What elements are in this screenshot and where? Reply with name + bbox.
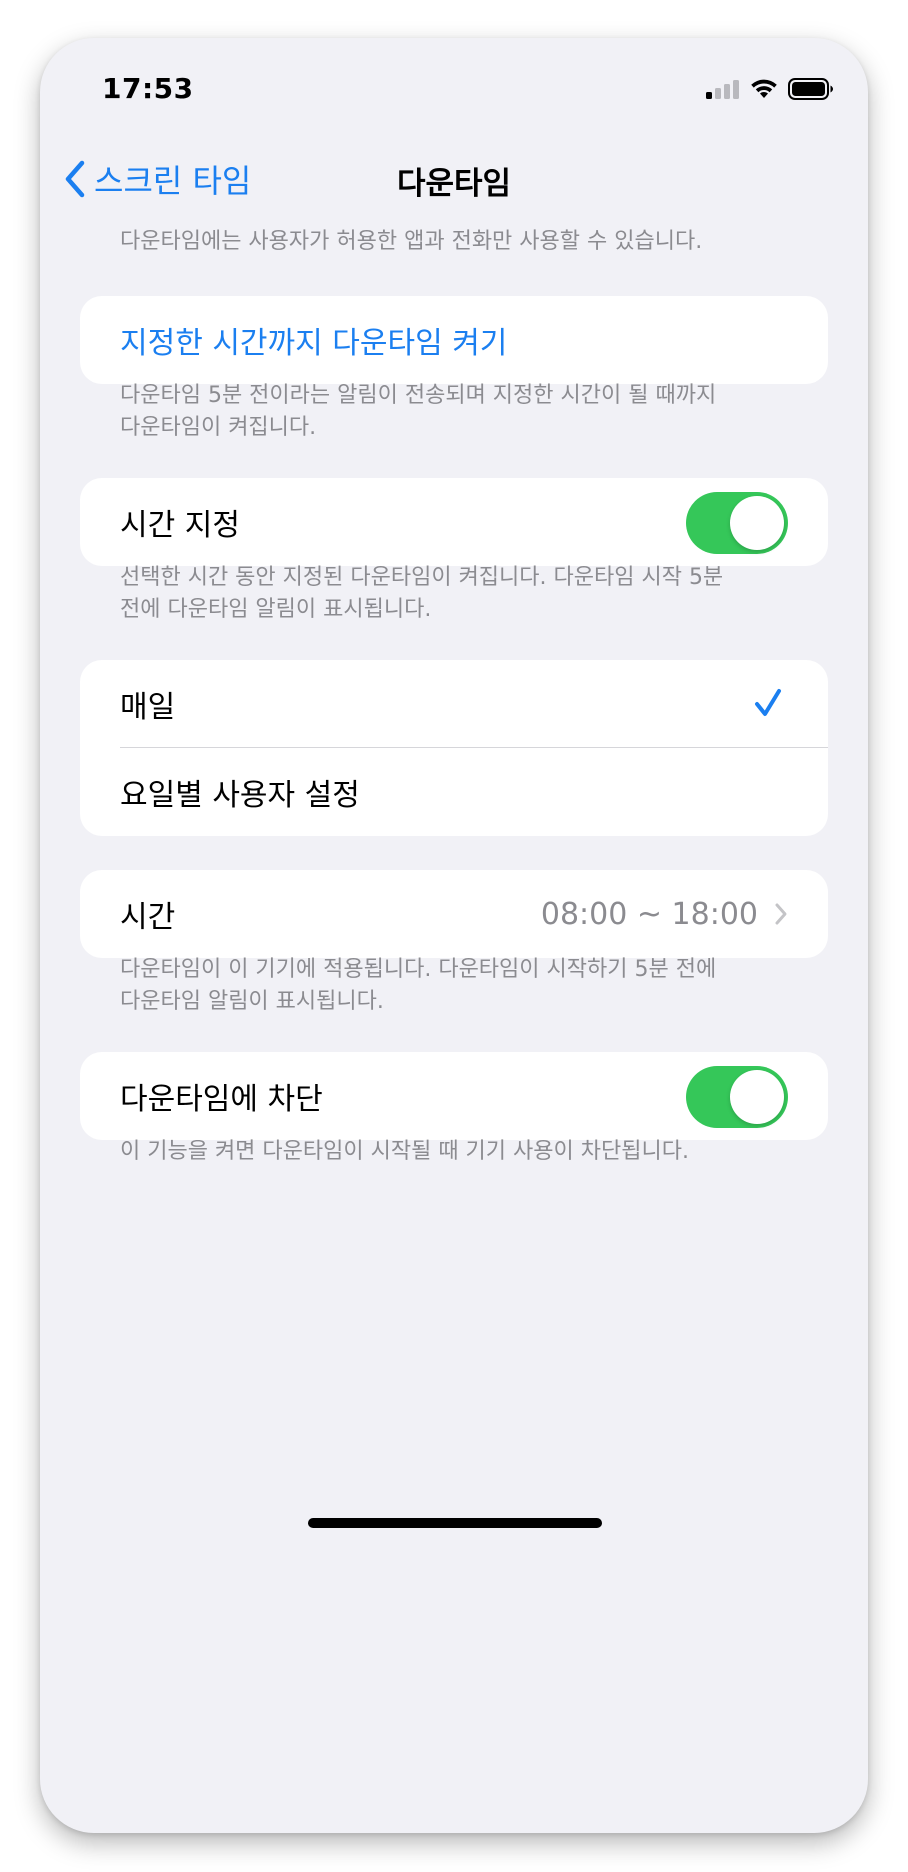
toggle-knob [730,496,784,550]
footnote-line: 전에 다운타임 알림이 표시됩니다. [120,597,432,622]
cellular-signal-icon [706,80,739,99]
block-at-downtime-row: 다운타임에 차단 [80,1052,828,1140]
footnote-line: 다운타임 알림이 표시됩니다. [120,989,384,1014]
status-time: 17:53 [102,72,194,105]
scheduled-toggle[interactable] [686,492,788,554]
block-at-downtime-footnote: 이 기능을 켜면 다운타임이 시작될 때 기기 사용이 차단됩니다. [120,1139,689,1164]
chevron-right-icon [775,903,787,925]
turn-on-until-button[interactable]: 지정한 시간까지 다운타임 켜기 [80,296,828,384]
intro-text: 다운타임에는 사용자가 허용한 앱과 전화만 사용할 수 있습니다. [120,229,703,254]
wifi-icon [751,79,777,98]
block-at-downtime-label: 다운타임에 차단 [120,1082,323,1117]
time-value-wrap: 08:00 ~ 18:00 [541,870,788,958]
turn-on-until-label: 지정한 시간까지 다운타임 켜기 [120,326,508,361]
scheduled-label: 시간 지정 [120,508,240,543]
schedule-options-card: 매일 요일별 사용자 설정 [80,660,828,836]
footnote-line: 다운타임 5분 전이라는 알림이 전송되며 지정한 시간이 될 때까지 [120,383,717,408]
block-at-downtime-toggle[interactable] [686,1066,788,1128]
turn-on-until-footnote: 다운타임 5분 전이라는 알림이 전송되며 지정한 시간이 될 때까지 다운타임… [120,380,796,444]
time-card: 시간 08:00 ~ 18:00 [80,870,828,958]
time-label: 시간 [120,900,176,935]
turn-on-until-card: 지정한 시간까지 다운타임 켜기 [80,296,828,384]
block-at-downtime-card: 다운타임에 차단 [80,1052,828,1140]
footnote-line: 선택한 시간 동안 지정된 다운타임이 켜집니다. 다운타임 시작 5분 [120,565,724,590]
phone-screen: 17:53 스크린 타임 다운타임 다운타임에는 사용자가 허용한 앱과 전화만… [40,38,868,1833]
footnote-line: 다운타임이 켜집니다. [120,415,317,440]
schedule-option-every-day[interactable]: 매일 [80,660,828,748]
battery-icon [788,78,833,100]
time-row[interactable]: 시간 08:00 ~ 18:00 [80,870,828,958]
schedule-option-label: 매일 [120,690,176,725]
schedule-option-custom-days[interactable]: 요일별 사용자 설정 [80,748,828,836]
scheduled-row: 시간 지정 [80,478,828,566]
toggle-knob [730,1070,784,1124]
home-indicator[interactable] [308,1518,602,1528]
time-footnote: 다운타임이 이 기기에 적용됩니다. 다운타임이 시작하기 5분 전에 다운타임… [120,954,796,1018]
time-value: 08:00 ~ 18:00 [540,896,758,932]
scheduled-footnote: 선택한 시간 동안 지정된 다운타임이 켜집니다. 다운타임 시작 5분 전에 … [120,562,796,626]
page-title: 다운타임 [396,166,512,202]
schedule-option-label: 요일별 사용자 설정 [120,778,360,813]
scheduled-card: 시간 지정 [80,478,828,566]
checkmark-icon [755,689,781,716]
status-icons [706,78,834,100]
footnote-line: 다운타임이 이 기기에 적용됩니다. 다운타임이 시작하기 5분 전에 [120,957,717,982]
